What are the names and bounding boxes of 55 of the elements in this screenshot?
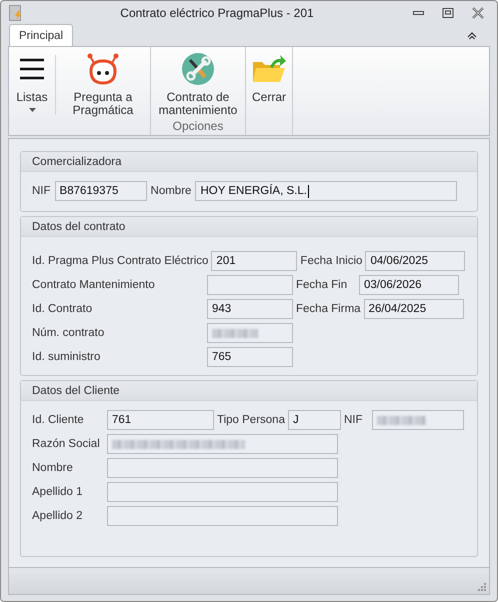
ribbon-button[interactable]: Listas bbox=[9, 47, 55, 136]
field-label: Nombre bbox=[150, 185, 192, 198]
field-label: Tipo Persona bbox=[217, 414, 285, 426]
field-label: Fecha Inicio bbox=[300, 255, 362, 268]
text-field[interactable] bbox=[372, 410, 464, 430]
field-label: Nombre bbox=[32, 462, 74, 474]
lightning-document-icon bbox=[9, 4, 23, 21]
field-label: Núm. contrato bbox=[32, 327, 106, 340]
text-field[interactable] bbox=[107, 434, 338, 454]
field-label: Apellido 1 bbox=[32, 486, 84, 498]
section-title: Datos del Cliente bbox=[32, 384, 120, 397]
field-label: Id. suministro bbox=[32, 351, 102, 364]
text-field[interactable] bbox=[107, 506, 338, 526]
field-label: Apellido 2 bbox=[32, 510, 84, 522]
close-icon bbox=[472, 6, 484, 19]
text-field[interactable]: 765 bbox=[207, 347, 293, 368]
field-label: Id. Cliente bbox=[32, 414, 85, 426]
text-field[interactable]: B87619375 bbox=[54, 181, 147, 202]
text-field[interactable]: 26/04/2025 bbox=[364, 299, 464, 320]
collapse-ribbon-button[interactable] bbox=[467, 32, 477, 40]
ribbon-button[interactable]: Cerrar bbox=[246, 47, 292, 136]
resize-grip-icon bbox=[477, 582, 486, 591]
text-field[interactable]: 761 bbox=[107, 410, 214, 430]
text-field[interactable]: 04/06/2025 bbox=[365, 251, 466, 272]
restore-icon bbox=[442, 6, 454, 19]
field-label: Razón Social bbox=[32, 438, 101, 450]
text-field[interactable]: 03/06/2026 bbox=[359, 275, 459, 296]
field-label: Id. Pragma Plus Contrato Eléctrico bbox=[32, 255, 208, 268]
close-button[interactable] bbox=[471, 6, 485, 20]
section-title: Datos del contrato bbox=[32, 220, 126, 233]
field-label: NIF bbox=[32, 185, 51, 198]
minimize-icon bbox=[412, 10, 424, 15]
window-title: Contrato eléctrico PragmaPlus - 201 bbox=[119, 6, 315, 20]
double-chevron-icon bbox=[467, 32, 477, 40]
robot-icon bbox=[86, 53, 120, 86]
ribbon-tab[interactable]: Principal bbox=[9, 24, 74, 46]
ribbon-button[interactable]: Pregunta a Pragmática bbox=[56, 47, 150, 136]
ribbon-button[interactable]: Contrato de mantenimiento bbox=[151, 47, 245, 120]
field-label: NIF bbox=[344, 414, 364, 426]
field-label: Fecha Firma bbox=[296, 303, 361, 316]
text-field[interactable] bbox=[107, 482, 338, 502]
text-field[interactable]: 943 bbox=[207, 299, 293, 320]
text-field[interactable] bbox=[107, 458, 338, 478]
text-field[interactable] bbox=[207, 275, 293, 296]
field-label: Fecha Fin bbox=[296, 279, 348, 292]
wrench-screwdriver-icon bbox=[182, 53, 214, 86]
text-field[interactable]: J bbox=[288, 410, 341, 430]
text-field[interactable] bbox=[207, 323, 293, 344]
ribbon-group-label: Opciones bbox=[172, 119, 224, 136]
field-label: Id. Contrato bbox=[32, 303, 94, 316]
text-field[interactable]: HOY ENERGÍA, S.L. bbox=[195, 181, 458, 202]
restore-button[interactable] bbox=[441, 6, 455, 20]
section-title: Comercializadora bbox=[32, 156, 122, 168]
field-label: Contrato Mantenimiento bbox=[32, 279, 156, 292]
text-field[interactable]: 201 bbox=[211, 251, 298, 272]
